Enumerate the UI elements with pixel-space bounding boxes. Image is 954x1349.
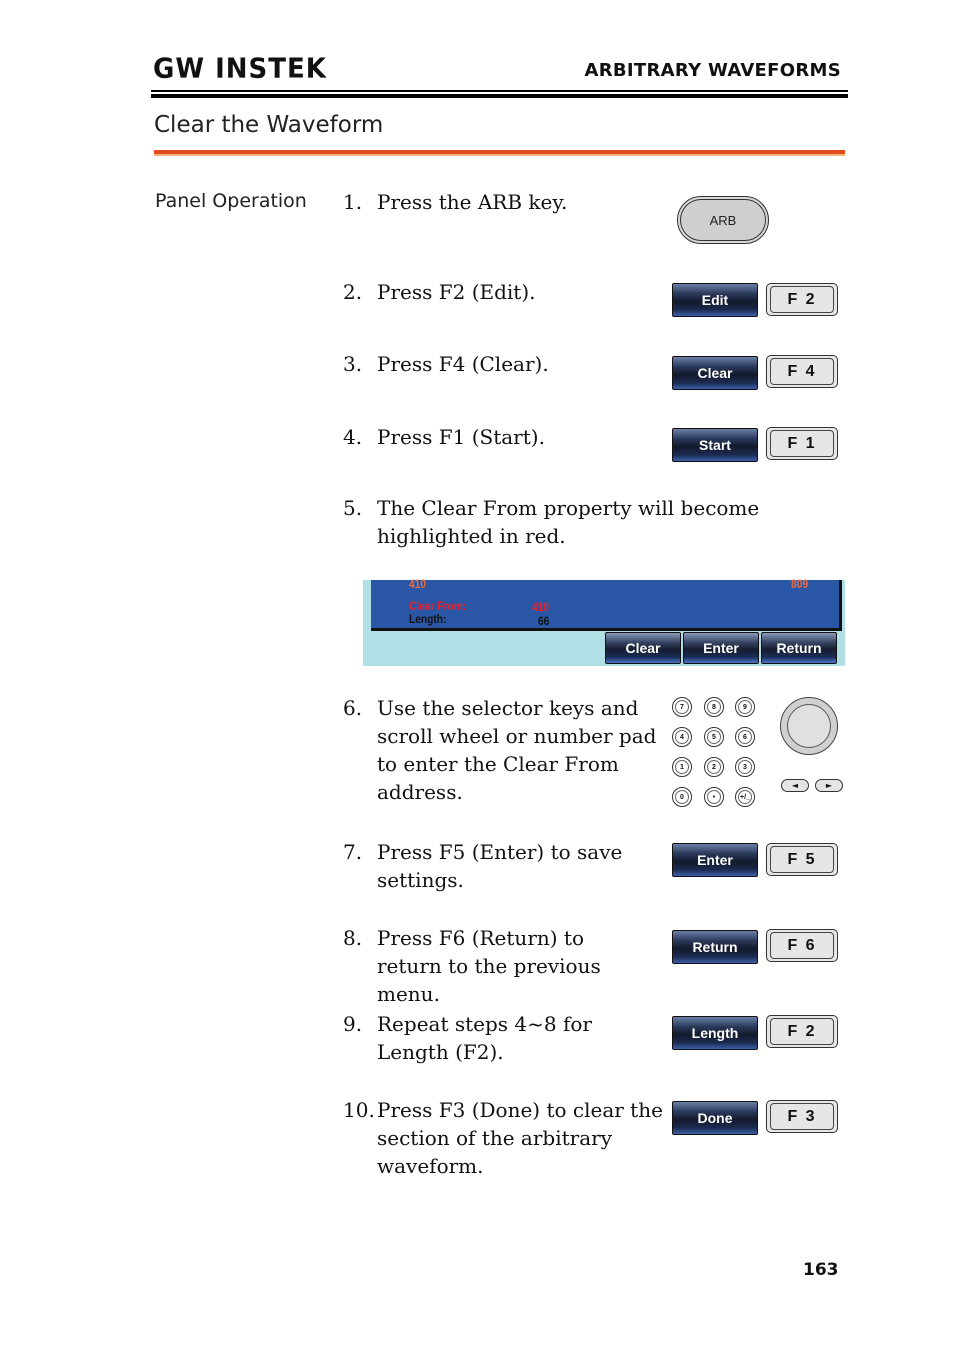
page-number: 163 — [803, 1260, 839, 1280]
fkey-f1[interactable]: F 1 — [766, 427, 838, 460]
step-2: 2. Press F2 (Edit). — [343, 280, 536, 304]
scroll-wheel-icon[interactable] — [780, 697, 838, 755]
key-1[interactable]: 1 — [672, 757, 692, 777]
step-10: 10. Press F3 (Done) to clear the section … — [343, 1098, 663, 1178]
key-4[interactable]: 4 — [672, 727, 692, 747]
step-8: 8. Press F6 (Return) to return to the pre… — [343, 926, 601, 1006]
left-arrow-key[interactable]: ◄ — [781, 779, 809, 792]
heading-underline — [154, 150, 845, 156]
fkey-f5[interactable]: F 5 — [766, 843, 838, 876]
fkey-f3[interactable]: F 3 — [766, 1100, 838, 1133]
length-label: Length: — [409, 612, 447, 626]
screen-clear-button[interactable]: Clear — [605, 632, 681, 664]
softkey-enter[interactable]: Enter — [672, 843, 758, 877]
clear-from-value: 410 — [532, 600, 550, 614]
key-0[interactable]: 0 — [672, 787, 692, 807]
step-9: 9. Repeat steps 4~8 for Length (F2). — [343, 1012, 592, 1064]
softkey-edit[interactable]: Edit — [672, 283, 758, 317]
screen-panel: 410 809 Clear From: 410 Length: 66 — [371, 577, 842, 631]
page-heading: Clear the Waveform — [154, 112, 384, 138]
key-2[interactable]: 2 — [704, 757, 724, 777]
fkey-f4[interactable]: F 4 — [766, 355, 838, 388]
key-9[interactable]: 9 — [735, 697, 755, 717]
length-value: 66 — [538, 614, 550, 628]
fkey-f6[interactable]: F 6 — [766, 929, 838, 962]
key-decimal[interactable]: • — [704, 787, 724, 807]
key-5[interactable]: 5 — [704, 727, 724, 747]
end-marker-value: 809 — [791, 577, 809, 591]
fkey-f2-length[interactable]: F 2 — [766, 1015, 838, 1048]
key-plus-minus[interactable]: +/_ — [735, 787, 755, 807]
arb-key-label: ARB — [680, 199, 766, 241]
key-7[interactable]: 7 — [672, 697, 692, 717]
key-8[interactable]: 8 — [704, 697, 724, 717]
step-7: 7. Press F5 (Enter) to save settings. — [343, 840, 623, 892]
start-marker-value: 410 — [409, 577, 427, 591]
step-5: 5. The Clear From property will become hi… — [343, 496, 760, 548]
clear-from-label: Clear From: — [409, 599, 467, 613]
fkey-f2[interactable]: F 2 — [766, 283, 838, 316]
header-rule-thick — [151, 94, 848, 98]
softkey-length[interactable]: Length — [672, 1016, 758, 1050]
step-6: 6. Use the selector keys and scroll wheel… — [343, 696, 657, 804]
screen-enter-button[interactable]: Enter — [683, 632, 759, 664]
number-pad: 7 8 9 4 5 6 1 2 3 0 • +/_ — [672, 697, 762, 812]
panel-operation-label: Panel Operation — [155, 190, 307, 212]
screen-return-button[interactable]: Return — [761, 632, 837, 664]
chapter-title: ARBITRARY WAVEFORMS — [584, 60, 841, 81]
key-6[interactable]: 6 — [735, 727, 755, 747]
softkey-clear[interactable]: Clear — [672, 356, 758, 390]
header-rule-thin — [151, 90, 848, 92]
right-arrow-key[interactable]: ► — [815, 779, 843, 792]
gw-instek-logo: GW INSTEK — [153, 53, 327, 85]
step-3: 3. Press F4 (Clear). — [343, 352, 549, 376]
instrument-screen: 410 809 Clear From: 410 Length: 66 Clear… — [363, 577, 845, 666]
step-1: 1. Press the ARB key. — [343, 190, 568, 214]
softkey-done[interactable]: Done — [672, 1101, 758, 1135]
step-4: 4. Press F1 (Start). — [343, 425, 545, 449]
softkey-start[interactable]: Start — [672, 428, 758, 462]
softkey-return[interactable]: Return — [672, 930, 758, 964]
key-3[interactable]: 3 — [735, 757, 755, 777]
arb-key[interactable]: ARB — [677, 196, 769, 244]
